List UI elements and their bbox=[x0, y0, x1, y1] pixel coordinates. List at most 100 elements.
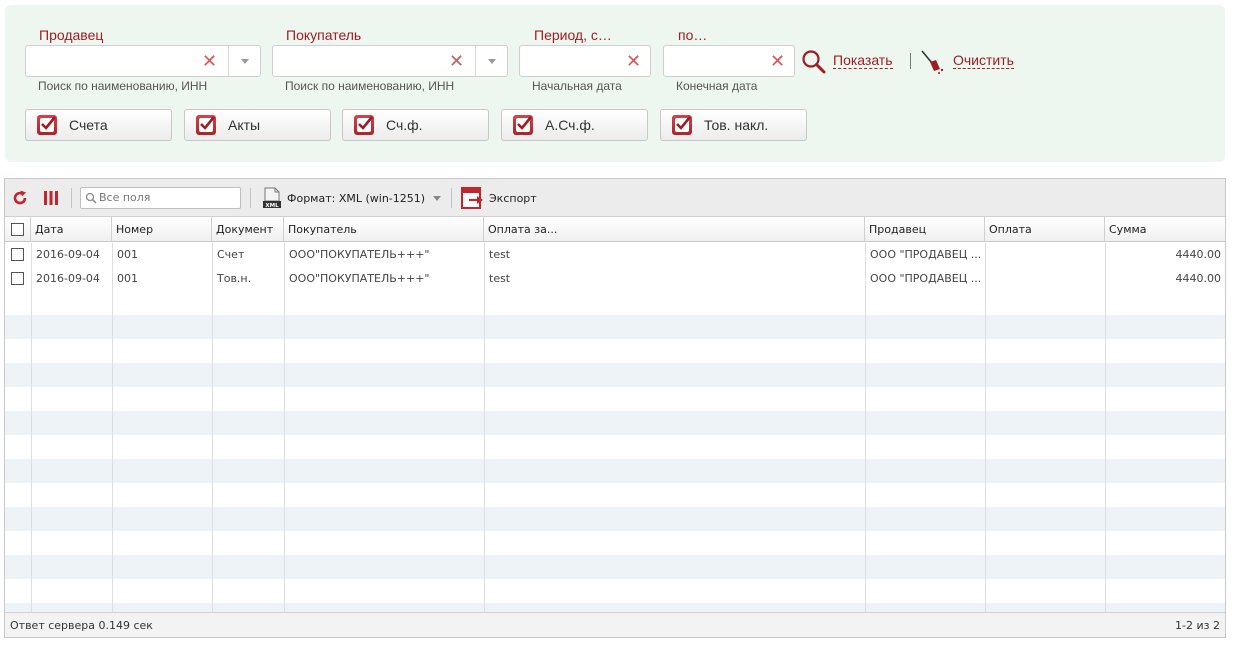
empty-row bbox=[5, 411, 1225, 435]
doc-type-acts-button[interactable]: Акты bbox=[184, 109, 331, 141]
cell-date: 2016-09-04 bbox=[36, 248, 100, 261]
buyer-clear-icon[interactable]: ✕ bbox=[449, 52, 464, 70]
seller-hint: Поиск по наименованию, ИНН bbox=[38, 79, 208, 93]
cell-buyer: ООО"ПОКУПАТЕЛЬ+++" bbox=[289, 272, 430, 285]
doc-type-label: Тов. накл. bbox=[704, 117, 769, 133]
cell-payment bbox=[985, 243, 1105, 267]
column-header-amount[interactable]: Сумма bbox=[1105, 217, 1225, 242]
search-icon[interactable] bbox=[801, 49, 827, 75]
seller-label: Продавец bbox=[39, 27, 104, 43]
column-header-payment[interactable]: Оплата bbox=[985, 217, 1105, 242]
export-icon[interactable] bbox=[461, 187, 485, 209]
column-divider bbox=[985, 243, 986, 612]
chevron-down-icon[interactable] bbox=[433, 196, 441, 201]
row-checkbox[interactable] bbox=[11, 248, 24, 261]
doc-type-invoice-facture-button[interactable]: Сч.ф. bbox=[342, 109, 489, 141]
checkbox-checked-icon bbox=[354, 115, 374, 135]
table-row[interactable]: 2016-09-04 001 Тов.н. ООО"ПОКУПАТЕЛЬ+++"… bbox=[5, 267, 1225, 291]
column-divider bbox=[484, 243, 485, 612]
cell-payment bbox=[985, 267, 1105, 291]
seller-field[interactable]: ✕ bbox=[25, 45, 261, 77]
buyer-hint: Поиск по наименованию, ИНН bbox=[285, 79, 455, 93]
doc-type-waybill-button[interactable]: Тов. накл. bbox=[660, 109, 807, 141]
cell-document: Тов.н. bbox=[217, 272, 252, 285]
column-divider bbox=[112, 243, 113, 612]
period-from-clear-icon[interactable]: ✕ bbox=[626, 52, 641, 70]
doc-type-label: А.Сч.ф. bbox=[545, 117, 595, 133]
cell-document: Счет bbox=[217, 248, 245, 261]
toolbar-separator bbox=[451, 188, 452, 208]
empty-row bbox=[5, 459, 1225, 483]
seller-dropdown-icon[interactable] bbox=[228, 46, 260, 76]
show-button[interactable]: Показать bbox=[833, 52, 893, 69]
toolbar-separator bbox=[250, 188, 251, 208]
search-input[interactable]: Все поля bbox=[80, 187, 241, 209]
column-divider bbox=[284, 243, 285, 612]
doc-type-label: Сч.ф. bbox=[386, 117, 423, 133]
period-to-hint: Конечная дата bbox=[676, 79, 758, 93]
grid-toolbar: Все поля XML Формат: XML (win-1251) Эксп… bbox=[5, 179, 1225, 217]
column-header-payment-for[interactable]: Оплата за... bbox=[484, 217, 865, 242]
checkbox-checked-icon bbox=[513, 115, 533, 135]
broom-icon[interactable] bbox=[920, 49, 946, 75]
column-divider bbox=[865, 243, 866, 612]
buyer-field[interactable]: ✕ bbox=[272, 45, 508, 77]
column-header-document[interactable]: Документ bbox=[212, 217, 284, 242]
cell-buyer: ООО"ПОКУПАТЕЛЬ+++" bbox=[289, 248, 430, 261]
empty-row bbox=[5, 363, 1225, 387]
row-checkbox[interactable] bbox=[11, 272, 24, 285]
column-header-buyer[interactable]: Покупатель bbox=[284, 217, 484, 242]
cell-payment-for: test bbox=[489, 248, 511, 261]
column-header-date[interactable]: Дата bbox=[31, 217, 112, 242]
column-header-seller[interactable]: Продавец bbox=[865, 217, 985, 242]
export-button[interactable]: Экспорт bbox=[489, 192, 537, 205]
xml-file-icon: XML bbox=[263, 187, 281, 209]
cell-amount: 4440.00 bbox=[1175, 272, 1222, 285]
paging-info: 1-2 из 2 bbox=[1175, 619, 1220, 632]
select-all-cell[interactable] bbox=[5, 217, 31, 242]
period-from-hint: Начальная дата bbox=[532, 79, 622, 93]
cell-seller: ООО "ПРОДАВЕЦ ... bbox=[870, 272, 982, 285]
filter-panel: Продавец ✕ Поиск по наименованию, ИНН По… bbox=[5, 5, 1225, 162]
period-to-label: по… bbox=[678, 27, 708, 43]
select-all-checkbox[interactable] bbox=[11, 223, 24, 236]
period-to-field[interactable]: ✕ bbox=[663, 45, 795, 77]
cell-payment-for: test bbox=[489, 272, 511, 285]
period-from-label: Период, с… bbox=[534, 27, 612, 43]
action-separator bbox=[910, 53, 911, 69]
doc-type-invoices-button[interactable]: Счета bbox=[25, 109, 172, 141]
seller-clear-icon[interactable]: ✕ bbox=[202, 52, 217, 70]
doc-type-label: Счета bbox=[69, 117, 108, 133]
grid-body: 2016-09-04 001 Счет ООО"ПОКУПАТЕЛЬ+++" t… bbox=[5, 243, 1225, 612]
format-select[interactable]: Формат: XML (win-1251) bbox=[287, 192, 425, 205]
search-icon bbox=[85, 192, 97, 204]
doc-type-label: Акты bbox=[228, 117, 261, 133]
cell-number: 001 bbox=[117, 272, 138, 285]
column-divider bbox=[31, 243, 32, 612]
table-row[interactable]: 2016-09-04 001 Счет ООО"ПОКУПАТЕЛЬ+++" t… bbox=[5, 243, 1225, 267]
checkbox-checked-icon bbox=[672, 115, 692, 135]
cell-number: 001 bbox=[117, 248, 138, 261]
doc-type-advance-invoice-button[interactable]: А.Сч.ф. bbox=[501, 109, 648, 141]
cell-amount: 4440.00 bbox=[1175, 248, 1222, 261]
grid-header: Дата Номер Документ Покупатель Оплата за… bbox=[5, 217, 1225, 242]
column-divider bbox=[1105, 243, 1106, 612]
svg-text:XML: XML bbox=[265, 203, 279, 209]
columns-icon[interactable] bbox=[43, 190, 59, 206]
empty-row bbox=[5, 555, 1225, 579]
empty-row bbox=[5, 603, 1225, 612]
toolbar-separator bbox=[71, 188, 72, 208]
search-placeholder: Все поля bbox=[99, 191, 151, 204]
period-to-clear-icon[interactable]: ✕ bbox=[770, 52, 785, 70]
column-header-number[interactable]: Номер bbox=[112, 217, 212, 242]
checkbox-checked-icon bbox=[37, 115, 57, 135]
clear-button[interactable]: Очистить bbox=[953, 52, 1014, 69]
buyer-dropdown-icon[interactable] bbox=[475, 46, 507, 76]
empty-row bbox=[5, 315, 1225, 339]
buyer-label: Покупатель bbox=[286, 27, 362, 43]
server-response-status: Ответ сервера 0.149 сек bbox=[10, 619, 153, 632]
cell-seller: ООО "ПРОДАВЕЦ ... bbox=[870, 248, 982, 261]
checkbox-checked-icon bbox=[196, 115, 216, 135]
period-from-field[interactable]: ✕ bbox=[519, 45, 651, 77]
refresh-icon[interactable] bbox=[12, 190, 28, 206]
